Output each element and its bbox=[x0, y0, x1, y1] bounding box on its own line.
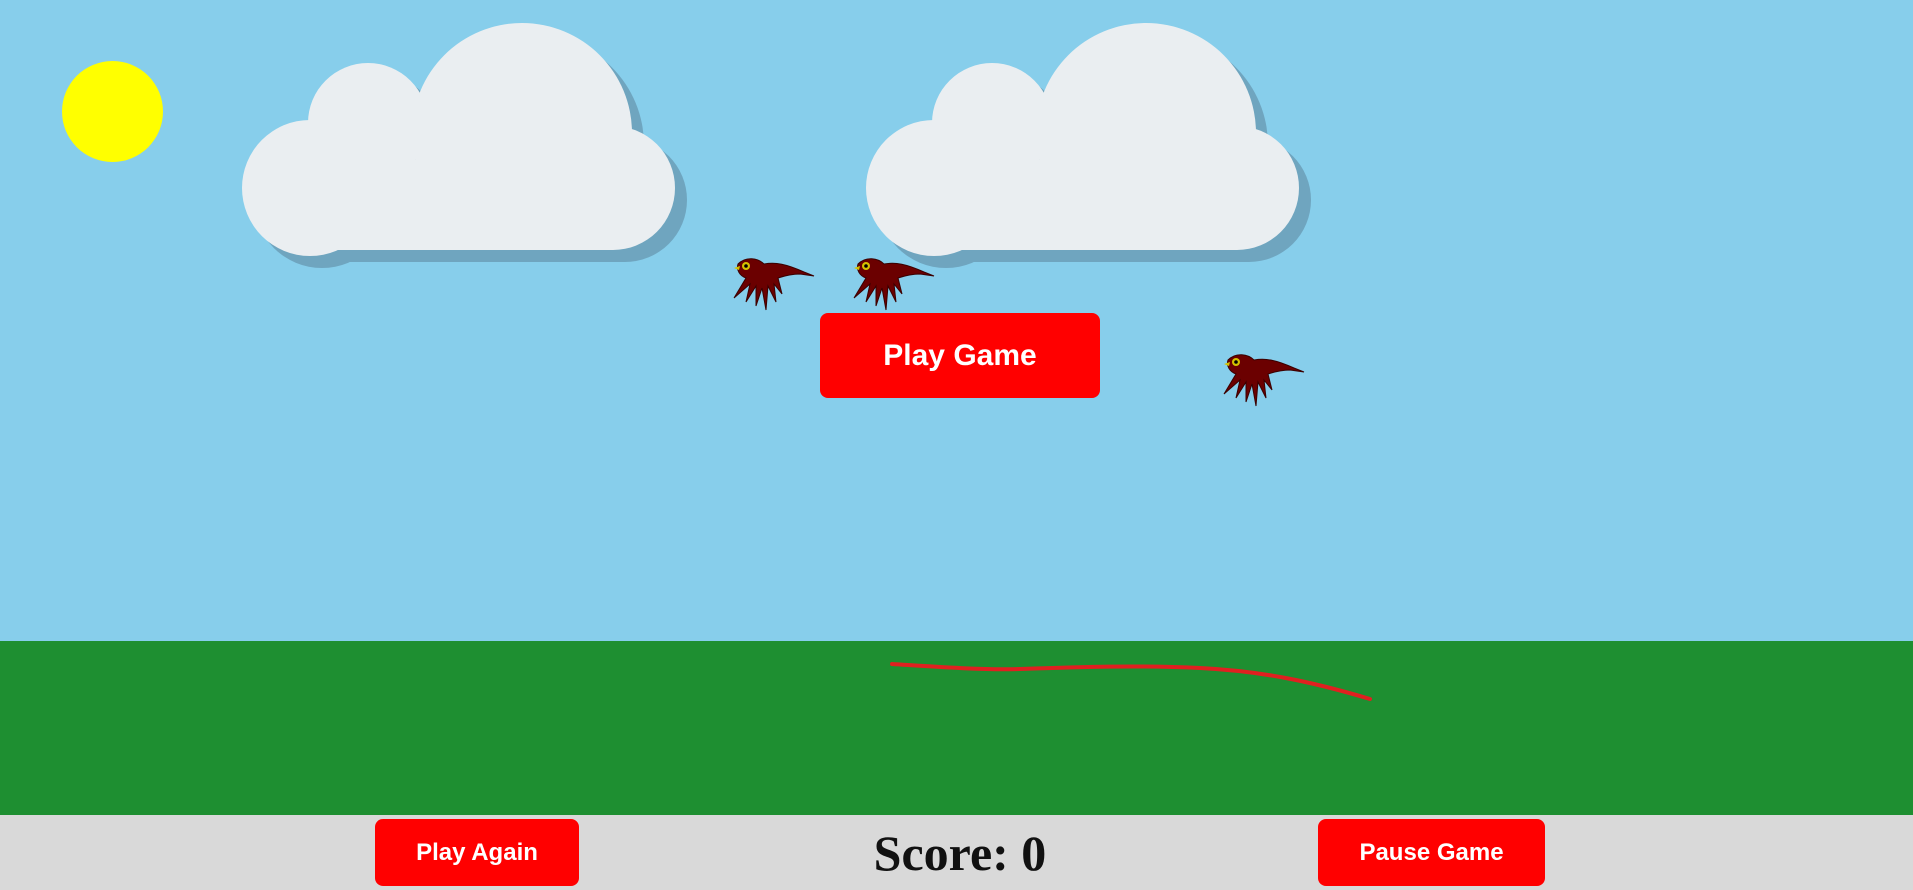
score-display: Score: 0 bbox=[873, 825, 1047, 881]
sun-icon bbox=[62, 61, 163, 162]
cloud-icon bbox=[866, 23, 1311, 268]
play-game-button[interactable]: Play Game bbox=[820, 313, 1100, 398]
aim-trail bbox=[890, 662, 1372, 701]
bird-icon[interactable] bbox=[724, 254, 820, 318]
bird-icon[interactable] bbox=[844, 254, 940, 318]
play-again-button[interactable]: Play Again bbox=[375, 819, 579, 886]
pause-game-button[interactable]: Pause Game bbox=[1318, 819, 1545, 886]
bird-icon[interactable] bbox=[1214, 350, 1310, 414]
game-stage[interactable]: Play Game Play Again Pause Game Score: 0 bbox=[0, 0, 1913, 890]
cloud-icon bbox=[242, 23, 687, 268]
